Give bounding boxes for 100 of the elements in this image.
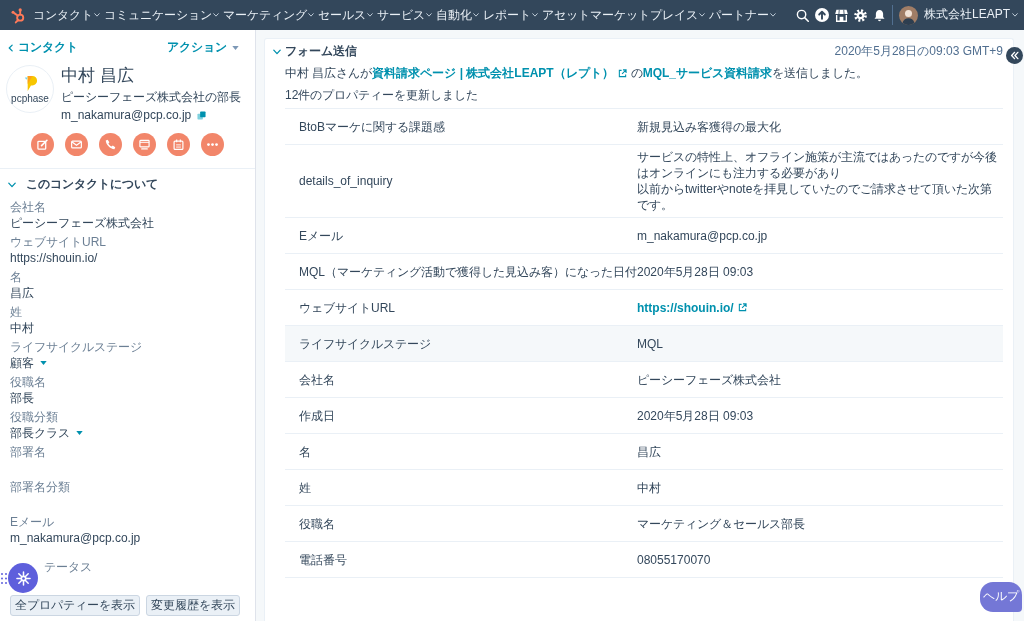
property-value: 2020年5月28日 09:03	[637, 264, 754, 279]
field-value: 昌広	[10, 285, 35, 301]
chevron-down-icon	[94, 13, 100, 17]
bell-icon[interactable]	[873, 8, 886, 22]
contact-name: 中村 昌広	[61, 65, 135, 87]
field-label: ウェブサイトURL	[10, 235, 107, 250]
nav-menu-item[interactable]: 自動化	[436, 7, 479, 23]
nav-menu-item[interactable]: マーケティング	[223, 7, 314, 23]
envelope-icon	[71, 139, 82, 150]
chevron-down-icon	[699, 13, 705, 17]
property-value: MQL	[637, 336, 663, 351]
caret-icon	[76, 431, 83, 435]
property-name: 電話番号	[298, 551, 348, 568]
calendar-icon	[173, 139, 184, 150]
nav-menu-item[interactable]: パートナー	[709, 7, 776, 23]
nav-menu-item[interactable]: コミュニケーション	[104, 7, 219, 23]
drag-handle-icon[interactable]	[1, 573, 7, 584]
field-label: 部署名	[10, 445, 47, 460]
property-value: 2020年5月28日 09:03	[637, 408, 754, 423]
chevron-left-icon	[8, 43, 13, 52]
field-value: https://shouin.io/	[10, 250, 99, 266]
meeting-button[interactable]	[167, 133, 190, 156]
note-button[interactable]	[31, 133, 54, 156]
chevron-down-icon	[473, 13, 479, 17]
field-value: 中村	[10, 320, 35, 336]
property-name: ライフサイクルステージ	[298, 335, 432, 352]
double-chevron-left-icon	[1010, 51, 1019, 60]
arrow-up-circle-icon[interactable]	[815, 8, 829, 22]
contact-job-title: ピーシーフェーズ株式会社の部長	[61, 89, 241, 105]
copy-icon[interactable]	[197, 110, 207, 120]
collapse-button[interactable]	[1006, 47, 1023, 64]
section-toggle[interactable]: このコンタクトについて	[8, 177, 158, 192]
nav-menu-item[interactable]: サービス	[377, 7, 432, 23]
nav-menu-item[interactable]: セールス	[318, 7, 373, 23]
logo-text: pcphase	[11, 92, 49, 104]
nav-menu-item[interactable]: アセットマーケットプレイス	[542, 7, 705, 23]
settings-icon[interactable]	[854, 8, 867, 22]
field-value: 部長	[10, 390, 35, 406]
storefront-icon[interactable]	[835, 8, 848, 22]
chevron-down-icon	[532, 13, 538, 17]
logo-mark-icon	[22, 74, 38, 92]
form-link[interactable]: MQL_サービス資料請求	[642, 66, 773, 80]
avatar-icon[interactable]	[899, 5, 918, 25]
chevron-down-icon	[1012, 13, 1018, 17]
field-value: ピーシーフェーズ株式会社	[10, 215, 155, 231]
field-label: 姓	[10, 305, 23, 320]
chevron-down-icon	[367, 13, 373, 17]
chevron-down-icon	[770, 13, 776, 17]
property-value: 中村	[637, 480, 661, 495]
property-name: MQL（マーケティング活動で獲得した見込み客）になった日付	[298, 263, 637, 280]
email-button[interactable]	[65, 133, 88, 156]
field-label: ライフサイクルステージ	[10, 340, 143, 355]
property-name: ウェブサイトURL	[298, 299, 396, 316]
update-summary: 12件のプロパティーを更新しました	[285, 88, 480, 103]
property-value: サービスの特性上、オフライン施策が主流ではあったのですが今後はオンラインにも注力する必要があり	[637, 149, 997, 181]
property-name: 作成日	[298, 407, 336, 424]
pencil-square-icon	[37, 139, 48, 150]
help-button[interactable]: ヘルプ	[980, 582, 1022, 612]
property-value: 以前からtwitterやnoteを拝見していたのでご請求させて頂いた次第です。	[637, 181, 994, 213]
more-button[interactable]	[201, 133, 224, 156]
property-value: マーケティング＆セールス部長	[637, 516, 805, 531]
section-toggle[interactable]: フォーム送信	[273, 44, 357, 59]
field-label: 会社名	[10, 200, 47, 215]
property-value: 08055170070	[637, 552, 711, 567]
property-value: ピーシーフェーズ株式会社	[637, 372, 781, 387]
submission-sentence: 中村 昌広さんが資料請求ページ | 株式会社LEAPT（レプト） のMQL_サービス資料請求を送信しました。	[285, 65, 870, 81]
back-link[interactable]: コンタクト	[8, 40, 78, 55]
account-menu[interactable]: 株式会社LEAPT	[924, 7, 1018, 23]
sparkle-icon	[15, 570, 31, 586]
field-label: テータス	[44, 560, 92, 575]
website-link[interactable]: https://shouin.io/	[637, 299, 734, 316]
field-label: 名	[10, 270, 23, 285]
field-label: 役職分類	[10, 410, 59, 425]
property-name: 役職名	[298, 515, 336, 532]
property-name: 会社名	[298, 371, 336, 388]
sprocket-logo-icon[interactable]	[10, 6, 27, 24]
property-name: BtoBマーケに関する課題感	[298, 118, 446, 135]
caret-icon	[40, 361, 47, 365]
field-label: 部署名分類	[10, 480, 71, 495]
search-icon[interactable]	[796, 8, 809, 22]
all-properties-button[interactable]: 全プロパティーを表示	[10, 595, 140, 616]
property-value: 昌広	[637, 444, 661, 459]
field-dropdown[interactable]: 部長クラス	[10, 425, 83, 441]
field-label: 役職名	[10, 375, 47, 390]
monitor-button[interactable]	[133, 133, 156, 156]
actions-menu[interactable]: アクション	[167, 40, 239, 55]
field-dropdown[interactable]: 顧客	[10, 355, 47, 371]
nav-menu-item[interactable]: コンタクト	[33, 7, 100, 23]
caret-icon	[232, 45, 239, 50]
property-value: 新規見込み客獲得の最大化	[637, 119, 781, 134]
property-name: 姓	[298, 479, 312, 496]
nav-menu-item[interactable]: レポート	[483, 7, 538, 23]
history-button[interactable]: 変更履歴を表示	[146, 595, 240, 616]
property-value: m_nakamura@pcp.co.jp	[637, 228, 768, 243]
external-link-icon	[737, 303, 747, 312]
chevron-down-icon	[426, 13, 432, 17]
field-label: Eメール	[10, 515, 55, 530]
page-link[interactable]: 資料請求ページ | 株式会社LEAPT（レプト）	[372, 66, 614, 80]
monitor-icon	[139, 139, 150, 150]
call-button[interactable]	[99, 133, 122, 156]
